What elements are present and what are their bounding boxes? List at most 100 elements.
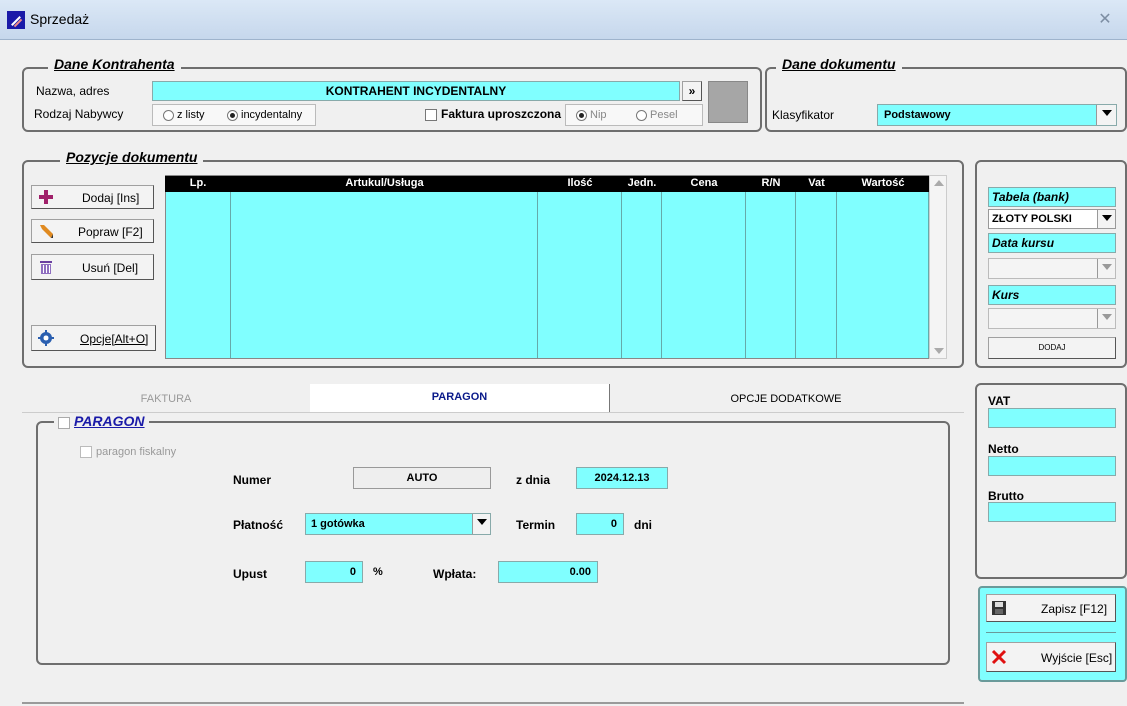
netto-field — [988, 456, 1116, 476]
radio-icon — [163, 109, 174, 121]
vat-label: VAT — [988, 394, 1011, 408]
discount-label: Upust — [233, 567, 267, 581]
classifier-label: Klasyfikator — [772, 108, 835, 122]
gear-icon — [38, 330, 54, 346]
radio-z-listy[interactable]: z listy — [163, 109, 205, 121]
fiscal-checkbox[interactable]: paragon fiskalny — [80, 446, 177, 459]
checkbox-icon — [425, 108, 437, 121]
radio-incydentalny-label: incydentalny — [241, 109, 303, 121]
close-icon — [991, 649, 1007, 665]
dokument-legend: Dane dokumentu — [776, 56, 902, 72]
column-header[interactable]: Lp. — [165, 176, 231, 192]
column-header[interactable]: Vat — [796, 176, 837, 192]
exit-button-label: Wyjście [Esc] — [1041, 651, 1113, 665]
paragon-legend-group: PARAGON — [54, 413, 149, 429]
chevron-down-icon[interactable] — [1097, 259, 1115, 278]
exit-button[interactable]: Wyjście [Esc] — [986, 642, 1116, 672]
add-button-label: Dodaj [Ins] — [82, 191, 140, 205]
add-button[interactable]: Dodaj [Ins] — [31, 185, 154, 209]
radio-nip[interactable]: Nip — [576, 109, 607, 121]
column-header[interactable]: Artukul/Usługa — [231, 176, 538, 192]
color-swatch — [708, 81, 748, 123]
column-divider — [836, 192, 837, 358]
close-button[interactable]: ✕ — [1089, 6, 1121, 32]
classifier-value: Podstawowy — [884, 109, 951, 121]
currency-select[interactable]: ZŁOTY POLSKI — [988, 209, 1116, 229]
title-bar: Sprzedaż ✕ — [0, 0, 1127, 40]
column-divider — [230, 192, 231, 358]
items-grid[interactable] — [165, 175, 930, 359]
delete-button-label: Usuń [Del] — [82, 261, 139, 275]
column-header[interactable]: Jedn. — [622, 176, 662, 192]
table-bank-label: Tabela (bank) — [988, 187, 1116, 207]
radio-z-listy-label: z listy — [177, 109, 205, 121]
column-header[interactable]: R/N — [746, 176, 796, 192]
payment-select[interactable]: 1 gotówka — [305, 513, 491, 535]
app-icon — [7, 11, 25, 29]
chevron-down-icon[interactable] — [1096, 105, 1116, 125]
pozycje-legend: Pozycje dokumentu — [60, 149, 204, 165]
save-button-label: Zapisz [F12] — [1041, 602, 1108, 616]
window-title: Sprzedaż — [30, 11, 90, 27]
column-header[interactable]: Ilość — [538, 176, 622, 192]
paragon-legend: PARAGON — [74, 413, 145, 429]
term-label: Termin — [516, 518, 556, 532]
radio-selected-icon — [227, 109, 238, 121]
fiscal-label: paragon fiskalny — [96, 446, 177, 458]
options-button-label: Opcje[Alt+O] — [80, 332, 149, 346]
deposit-label: Wpłata: — [433, 567, 477, 581]
discount-unit: % — [373, 566, 383, 578]
discount-field[interactable]: 0 — [305, 561, 363, 583]
name-field[interactable]: KONTRAHENT INCYDENTALNY — [152, 81, 680, 101]
simplified-invoice-checkbox[interactable]: Faktura uproszczona — [425, 107, 561, 121]
payment-label: Płatność — [233, 518, 284, 532]
id-type-group: Nip Pesel — [565, 104, 703, 126]
plus-icon — [38, 189, 54, 205]
paragon-checkbox[interactable] — [58, 416, 70, 429]
simplified-invoice-label: Faktura uproszczona — [441, 107, 562, 121]
edit-button[interactable]: Popraw [F2] — [31, 219, 154, 243]
chevron-down-icon[interactable] — [1097, 210, 1115, 228]
scroll-down-icon[interactable] — [934, 348, 944, 354]
column-divider — [537, 192, 538, 358]
deposit-field[interactable]: 0.00 — [498, 561, 598, 583]
radio-selected-icon — [576, 109, 587, 121]
radio-pesel[interactable]: Pesel — [636, 109, 678, 121]
date-field[interactable]: 2024.12.13 — [576, 467, 668, 489]
column-divider — [621, 192, 622, 358]
delete-button[interactable]: Usuń [Del] — [31, 254, 154, 280]
add-rate-button[interactable]: DODAJ — [988, 337, 1116, 359]
currency-value: ZŁOTY POLSKI — [992, 213, 1072, 225]
kontrahent-legend: Dane Kontrahenta — [48, 56, 181, 72]
more-button[interactable]: » — [682, 81, 702, 101]
radio-pesel-label: Pesel — [650, 109, 678, 121]
floppy-icon — [991, 600, 1007, 616]
actions-divider — [986, 632, 1116, 633]
tab-paragon[interactable]: PARAGON — [310, 384, 610, 412]
classifier-select[interactable]: Podstawowy — [877, 104, 1117, 126]
tab-faktura[interactable]: FAKTURA — [22, 386, 310, 412]
term-field[interactable]: 0 — [576, 513, 624, 535]
term-unit: dni — [634, 518, 652, 532]
rate-label: Kurs — [988, 285, 1116, 305]
save-button[interactable]: Zapisz [F12] — [986, 594, 1116, 622]
numer-field[interactable]: AUTO — [353, 467, 491, 489]
rate-date-select[interactable] — [988, 258, 1116, 279]
grid-scrollbar[interactable] — [929, 175, 947, 359]
rate-select[interactable] — [988, 308, 1116, 329]
column-header[interactable]: Cena — [662, 176, 746, 192]
checkbox-icon — [80, 446, 92, 459]
chevron-down-icon[interactable] — [1097, 309, 1115, 328]
column-header[interactable]: Wartość — [837, 176, 929, 192]
scroll-up-icon[interactable] — [934, 180, 944, 186]
payment-value: 1 gotówka — [311, 518, 365, 530]
radio-incydentalny[interactable]: incydentalny — [227, 109, 302, 121]
tab-opcje-dodatkowe[interactable]: OPCJE DODATKOWE — [611, 386, 961, 412]
netto-label: Netto — [988, 442, 1019, 456]
options-button[interactable]: Opcje[Alt+O] — [31, 325, 156, 351]
chevron-down-icon[interactable] — [472, 514, 490, 534]
column-divider — [661, 192, 662, 358]
date-label: z dnia — [516, 473, 551, 487]
numer-label: Numer — [233, 473, 272, 487]
rate-date-label: Data kursu — [988, 233, 1116, 253]
